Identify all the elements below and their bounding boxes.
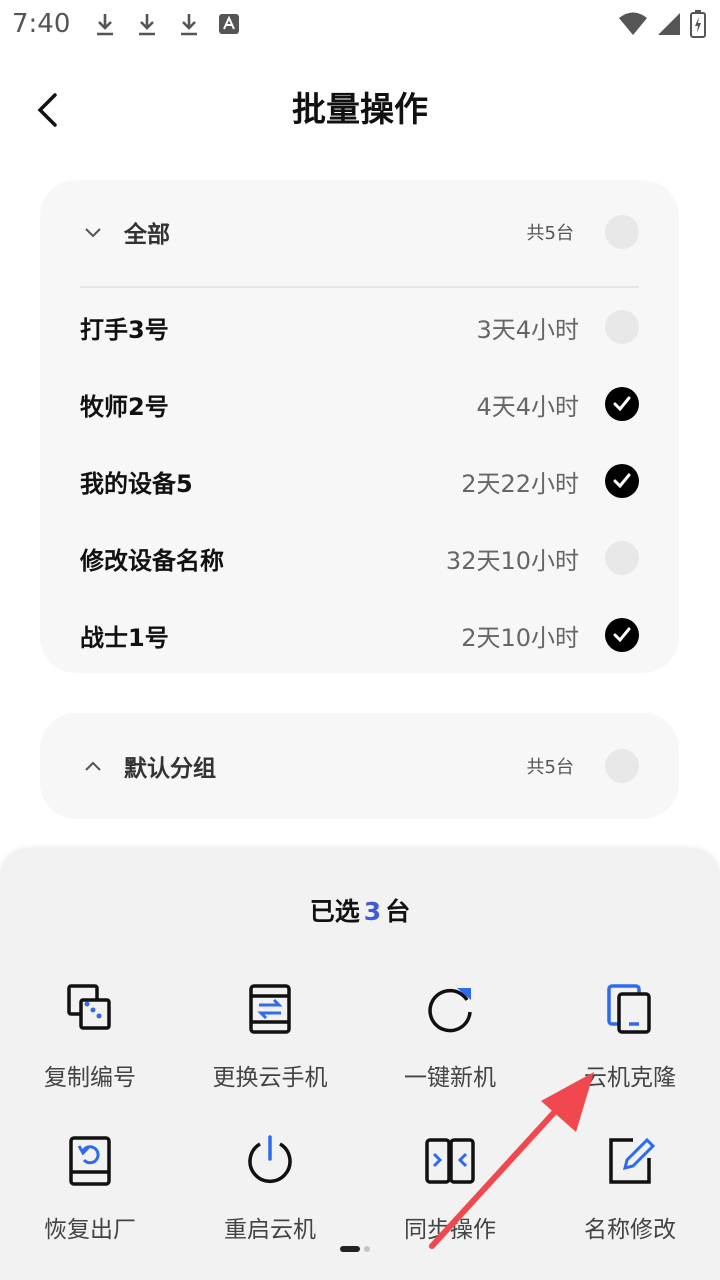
- notification-icons: [92, 11, 240, 37]
- check-icon: [613, 396, 631, 412]
- device-checkbox[interactable]: [605, 541, 639, 575]
- device-checkbox[interactable]: [605, 310, 639, 344]
- batch-action-sheet: 已选 3 台 复制编号 更换云手机 一键新机 云机克隆 恢复出厂 重启云机 同步…: [0, 848, 720, 1280]
- device-remaining-time: 2天22小时: [461, 469, 579, 498]
- select-group-checkbox[interactable]: [605, 749, 639, 783]
- copy-number-button[interactable]: 复制编号: [0, 982, 180, 1102]
- device-name: 打手3号: [80, 315, 169, 344]
- chevron-down-icon: [85, 228, 101, 238]
- download-icon: [181, 14, 198, 36]
- selected-prefix: 已选: [309, 897, 360, 926]
- power-icon: [248, 1135, 292, 1183]
- device-checkbox[interactable]: [605, 618, 639, 652]
- restart-device-button[interactable]: 重启云机: [180, 1134, 360, 1254]
- device-remaining-time: 4天4小时: [476, 392, 579, 421]
- factory-reset-button[interactable]: 恢复出厂: [0, 1134, 180, 1254]
- sync-operation-icon: [425, 1138, 475, 1184]
- group-count: 共5台: [526, 223, 574, 244]
- device-remaining-time: 2天10小时: [461, 623, 579, 652]
- action-label: 更换云手机: [212, 1065, 328, 1091]
- chevron-up-icon: [85, 761, 101, 771]
- system-icons: [618, 10, 706, 38]
- group-name: 全部: [124, 222, 170, 248]
- device-name: 战士1号: [80, 623, 169, 652]
- divider: [80, 286, 639, 288]
- clone-icon: [607, 984, 651, 1034]
- action-label: 云机克隆: [584, 1065, 676, 1091]
- action-label: 复制编号: [44, 1065, 136, 1091]
- action-label: 一键新机: [404, 1065, 496, 1091]
- new-device-button[interactable]: 一键新机: [360, 982, 540, 1102]
- device-remaining-time: 32天10小时: [445, 546, 579, 575]
- action-label: 重启云机: [224, 1217, 316, 1243]
- selected-summary: 已选 3 台: [0, 892, 720, 928]
- clone-device-button[interactable]: 云机克隆: [540, 982, 720, 1102]
- edit-name-icon: [609, 1137, 656, 1184]
- signal-icon: [658, 13, 680, 35]
- group-name: 默认分组: [124, 756, 216, 782]
- device-row[interactable]: 战士1号 2天10小时: [40, 602, 679, 668]
- page-title: 批量操作: [292, 90, 428, 130]
- group-header-default[interactable]: 默认分组 共5台: [40, 714, 679, 818]
- device-row[interactable]: 修改设备名称 32天10小时: [40, 525, 679, 591]
- download-icon: [97, 14, 114, 36]
- copy-number-icon: [67, 984, 111, 1030]
- select-all-checkbox[interactable]: [605, 215, 639, 249]
- page-dot: [364, 1246, 370, 1252]
- download-icon: [139, 14, 156, 36]
- device-name: 牧师2号: [80, 392, 169, 421]
- check-icon: [613, 473, 631, 489]
- font-a-icon: [219, 14, 240, 34]
- device-row[interactable]: 牧师2号 4天4小时: [40, 371, 679, 437]
- action-label: 恢复出厂: [44, 1217, 136, 1243]
- device-name: 我的设备5: [80, 469, 193, 498]
- group-count: 共5台: [526, 757, 574, 778]
- check-icon: [613, 627, 631, 643]
- device-checkbox[interactable]: [605, 387, 639, 421]
- action-label: 名称修改: [584, 1217, 676, 1243]
- refresh-icon: [428, 988, 472, 1033]
- factory-reset-icon: [69, 1136, 111, 1186]
- group-card-all: 全部 共5台 打手3号 3天4小时 牧师2号 4天4小时 我的设备5 2天22小…: [40, 180, 679, 673]
- device-row[interactable]: 我的设备5 2天22小时: [40, 448, 679, 514]
- group-header-all[interactable]: 全部 共5台: [40, 180, 679, 284]
- swap-phone-button[interactable]: 更换云手机: [180, 982, 360, 1102]
- selected-suffix: 台: [385, 897, 411, 926]
- device-row[interactable]: 打手3号 3天4小时: [40, 294, 679, 360]
- action-label: 同步操作: [404, 1217, 496, 1243]
- device-name: 修改设备名称: [80, 546, 224, 575]
- device-checkbox[interactable]: [605, 464, 639, 498]
- page-indicator: [340, 1246, 370, 1252]
- selected-count: 3: [363, 897, 382, 926]
- page-dot-active: [340, 1246, 360, 1252]
- sync-operation-button[interactable]: 同步操作: [360, 1134, 540, 1254]
- status-time: 7:40: [12, 9, 71, 39]
- rename-button[interactable]: 名称修改: [540, 1134, 720, 1254]
- device-remaining-time: 3天4小时: [476, 315, 579, 344]
- wifi-icon: [619, 12, 647, 35]
- status-bar: 7:40: [0, 0, 720, 48]
- battery-charging-icon: [690, 10, 706, 38]
- group-card-default: 默认分组 共5台: [40, 713, 679, 819]
- swap-phone-icon: [249, 984, 291, 1034]
